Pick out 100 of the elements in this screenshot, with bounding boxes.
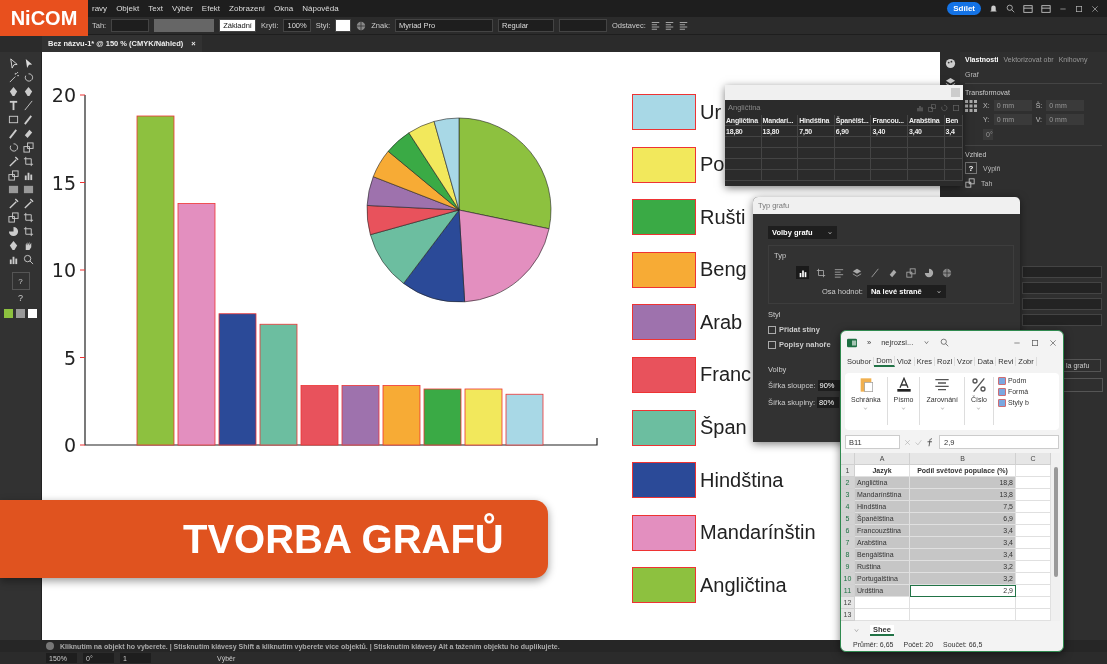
eyedropper-icon[interactable] (7, 156, 19, 167)
table-cell[interactable] (944, 148, 963, 159)
pen-icon[interactable] (22, 86, 34, 97)
pen-icon[interactable] (7, 240, 19, 251)
scale-icon[interactable] (7, 170, 19, 181)
table-cell[interactable] (798, 137, 835, 148)
table-cell[interactable] (944, 159, 963, 170)
panel-icon[interactable] (1041, 3, 1051, 14)
eyedropper-icon[interactable] (7, 198, 19, 209)
palette-icon[interactable] (944, 58, 956, 69)
fill-swatch[interactable]: ? (965, 162, 977, 174)
dropdown-field[interactable] (1022, 282, 1102, 294)
search-icon[interactable] (940, 338, 950, 348)
table-cell[interactable] (944, 137, 963, 148)
menu-item[interactable]: Text (148, 4, 163, 13)
select-all-corner[interactable] (841, 453, 855, 465)
crop-icon[interactable] (22, 212, 34, 223)
bar-chart-icon[interactable] (22, 170, 34, 181)
check-icon[interactable] (915, 438, 922, 446)
table-cell[interactable] (725, 148, 762, 159)
bell-icon[interactable] (989, 4, 998, 13)
fill-swatch[interactable]: ? (11, 272, 30, 290)
table-cell[interactable] (871, 137, 908, 148)
style-swatch[interactable] (335, 19, 352, 32)
scale-icon[interactable] (7, 212, 19, 223)
checkbox[interactable] (768, 340, 776, 349)
type-icon[interactable] (7, 100, 19, 111)
cancel-icon[interactable] (904, 438, 911, 446)
align-icon[interactable] (678, 21, 688, 30)
crop-icon[interactable] (22, 156, 34, 167)
gradient-icon[interactable] (22, 184, 34, 195)
table-cell[interactable] (725, 170, 762, 181)
table-cell[interactable] (834, 137, 872, 148)
search-icon[interactable] (1006, 4, 1015, 13)
maximize-icon[interactable] (1075, 4, 1083, 13)
panel-icon[interactable] (1023, 3, 1033, 14)
table-cell[interactable] (834, 148, 872, 159)
menu-item[interactable]: Výběr (171, 4, 193, 13)
dropdown-field[interactable] (1022, 266, 1102, 278)
rotate-icon[interactable] (22, 72, 34, 83)
close-icon[interactable] (1091, 4, 1099, 13)
menu-item[interactable]: Zobrazení (229, 4, 266, 13)
table-cell[interactable] (907, 148, 945, 159)
table-cell[interactable] (871, 148, 908, 159)
menu-item[interactable]: Nápověda (302, 4, 339, 13)
size-field[interactable] (559, 19, 608, 32)
align-icon[interactable] (664, 21, 674, 30)
table-cell[interactable] (761, 137, 799, 148)
color-swatch[interactable] (28, 309, 37, 318)
chevron-icon[interactable] (939, 405, 945, 411)
wand-icon[interactable] (7, 72, 19, 83)
stroke-swatch-mark[interactable]: ? (18, 293, 23, 303)
maximize-icon[interactable] (1031, 338, 1039, 347)
rotate-icon[interactable] (7, 142, 19, 153)
table-cell[interactable] (798, 148, 835, 159)
chevron-icon[interactable] (901, 405, 906, 411)
chart-type-button[interactable] (796, 266, 809, 279)
menu-item[interactable]: Objekt (116, 4, 140, 13)
table-cell[interactable] (725, 159, 762, 170)
chevron-icon[interactable] (863, 405, 869, 411)
color-swatch[interactable] (16, 309, 25, 318)
pie-icon[interactable] (7, 226, 19, 237)
checkbox[interactable] (768, 325, 776, 334)
table-cell[interactable] (761, 170, 799, 181)
table-cell[interactable] (907, 137, 945, 148)
scale-icon[interactable] (22, 142, 34, 153)
rectangle-icon[interactable] (7, 114, 19, 125)
eraser-icon[interactable] (22, 128, 34, 139)
menu-item[interactable]: ravy (92, 4, 108, 13)
percent-icon[interactable] (970, 376, 987, 393)
chevron-icon[interactable] (853, 627, 860, 635)
bar-chart-icon[interactable] (7, 254, 19, 265)
align-icon[interactable] (650, 21, 660, 30)
close-icon[interactable] (1049, 338, 1057, 347)
share-button[interactable]: Sdílet (947, 2, 981, 15)
gradient-icon[interactable] (7, 184, 19, 195)
color-swatch[interactable] (4, 309, 13, 318)
table-cell[interactable] (834, 159, 872, 170)
menu-item[interactable]: Efekt (201, 4, 221, 13)
globe-icon[interactable] (356, 20, 367, 31)
pen-icon[interactable] (7, 86, 19, 97)
chevron-icon[interactable] (976, 405, 982, 411)
eyedropper-icon[interactable] (22, 198, 34, 209)
dropdown-field[interactable] (1022, 314, 1102, 326)
table-cell[interactable] (725, 137, 762, 148)
brush-icon[interactable] (7, 128, 19, 139)
align-icon[interactable] (934, 376, 951, 393)
crop-icon[interactable] (22, 226, 34, 237)
table-cell[interactable] (871, 170, 908, 181)
table-cell[interactable] (834, 170, 872, 181)
spreadsheet-icon[interactable] (847, 337, 857, 348)
search-icon[interactable] (22, 254, 34, 265)
color-field[interactable] (154, 19, 215, 32)
reference-point-icon[interactable] (965, 100, 977, 112)
chevron-icon[interactable] (923, 339, 931, 347)
layers-icon[interactable] (944, 77, 956, 88)
table-cell[interactable] (798, 159, 835, 170)
pointer-icon[interactable] (7, 58, 19, 69)
line-icon[interactable] (22, 100, 34, 111)
table-cell[interactable] (761, 159, 799, 170)
